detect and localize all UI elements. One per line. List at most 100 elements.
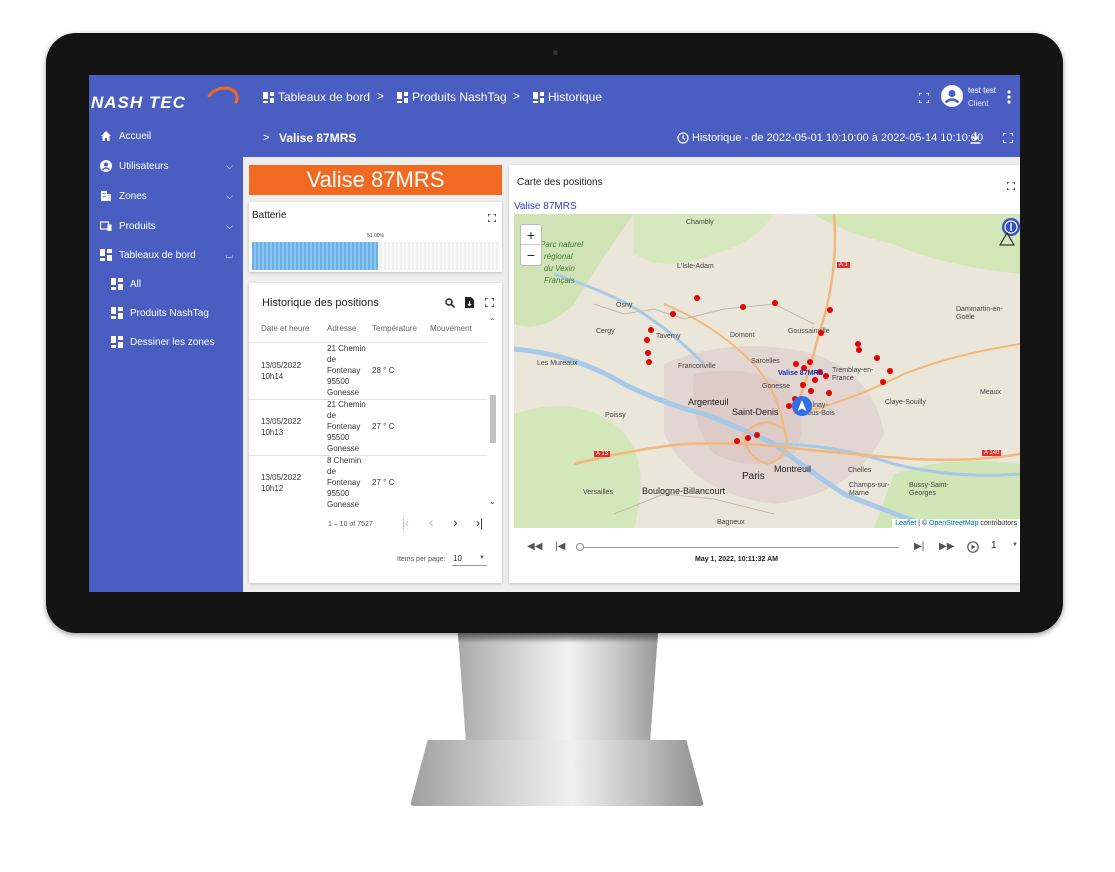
play-circle-icon[interactable]	[967, 541, 979, 553]
fast-rewind-icon[interactable]: ◀◀	[527, 541, 542, 552]
battery-bar-track	[252, 242, 500, 270]
zoom-in-button[interactable]: +	[521, 225, 541, 245]
fullscreen-icon[interactable]	[1003, 133, 1013, 143]
table-row[interactable]: 13/05/2022 10h13 21 Chemin de Fontenay 9…	[249, 400, 487, 456]
table-scrollbar[interactable]: ⌃ ⌄	[488, 317, 498, 511]
table-row[interactable]: 13/05/2022 10h14 21 Chemin de Fontenay 9…	[249, 343, 487, 399]
timeline-slider-thumb[interactable]	[576, 543, 584, 551]
position-marker[interactable]	[754, 432, 760, 438]
position-marker[interactable]	[694, 295, 700, 301]
position-marker[interactable]	[807, 359, 813, 365]
monitor-stand-shadow	[458, 633, 658, 643]
sidebar-subitem-all[interactable]: All	[89, 270, 243, 298]
position-marker[interactable]	[745, 435, 751, 441]
position-marker[interactable]	[827, 307, 833, 313]
place-label: Poissy	[605, 412, 626, 419]
map-layer-label[interactable]: Valise 87MRS	[514, 201, 577, 212]
items-per-page-value: 10	[453, 554, 462, 563]
skip-next-icon[interactable]: ▶|	[914, 541, 924, 552]
sidebar-item-produits[interactable]: Produits ⌵	[89, 212, 243, 240]
position-marker[interactable]	[646, 359, 652, 365]
position-marker[interactable]	[670, 311, 676, 317]
position-marker[interactable]	[812, 377, 818, 383]
next-page-icon[interactable]: ›	[453, 514, 458, 530]
table-row[interactable]: 13/05/2022 10h12 8 Chemin de Fontenay 95…	[249, 456, 487, 509]
position-marker[interactable]	[648, 327, 654, 333]
first-page-icon[interactable]: |‹	[402, 516, 409, 530]
file-export-icon[interactable]	[465, 297, 474, 308]
position-marker[interactable]	[826, 390, 832, 396]
dashboard-icon	[533, 91, 544, 103]
position-marker[interactable]	[734, 438, 740, 444]
position-marker[interactable]	[880, 379, 886, 385]
dropdown-arrow-icon[interactable]: ▼	[1012, 542, 1018, 548]
position-marker[interactable]	[800, 382, 806, 388]
scroll-up-icon[interactable]: ⌃	[489, 317, 496, 326]
navigation-marker-icon[interactable]	[792, 396, 812, 416]
place-label: L'Isle-Adam	[677, 263, 714, 270]
timeline-slider[interactable]	[576, 543, 899, 551]
position-marker[interactable]	[645, 350, 651, 356]
position-marker[interactable]	[793, 361, 799, 367]
last-page-icon[interactable]: ›|	[476, 516, 483, 530]
sidebar-subitem-produits-nashtag[interactable]: Produits NashTag	[89, 299, 243, 327]
sidebar-item-accueil[interactable]: Accueil	[89, 122, 243, 150]
position-marker[interactable]	[874, 355, 880, 361]
breadcrumb-label: Historique	[548, 90, 603, 104]
position-marker[interactable]	[808, 388, 814, 394]
position-marker[interactable]	[740, 304, 746, 310]
monitor-stand-base	[410, 740, 704, 806]
cell-address-line: Gonesse	[327, 444, 360, 453]
skip-previous-icon[interactable]: |◀	[555, 541, 565, 552]
position-marker[interactable]	[772, 300, 778, 306]
sidebar-item-zones[interactable]: Zones ⌵	[89, 182, 243, 210]
position-marker[interactable]	[887, 368, 893, 374]
compass-icon[interactable]	[998, 216, 1020, 246]
more-vert-icon[interactable]	[1007, 90, 1011, 104]
sidebar-subitem-dessiner-les-zones[interactable]: Dessiner les zones	[89, 328, 243, 356]
scrollbar-thumb[interactable]	[490, 395, 496, 443]
avatar-icon[interactable]	[941, 85, 963, 107]
column-header-address[interactable]: Adresse	[327, 324, 356, 333]
fast-forward-icon[interactable]: ▶▶	[939, 541, 954, 552]
breadcrumb-produits-nashtag[interactable]: Produits NashTag	[397, 90, 507, 104]
zoom-out-button[interactable]: −	[521, 245, 541, 265]
place-label: Versailles	[583, 489, 613, 496]
column-header-movement[interactable]: Mouvement	[430, 324, 472, 333]
dropdown-arrow-icon: ▼	[479, 555, 485, 561]
breadcrumb-tableaux-de-bord[interactable]: Tableaux de bord	[263, 90, 370, 104]
position-marker[interactable]	[823, 373, 829, 379]
column-header-temperature[interactable]: Température	[372, 324, 417, 333]
logo[interactable]: NASH TEC	[89, 81, 243, 119]
sidebar-subitem-label: Dessiner les zones	[130, 336, 215, 348]
dashboard-icon	[111, 336, 123, 348]
fullscreen-icon[interactable]	[1007, 182, 1015, 190]
cell-date: 13/05/2022	[261, 361, 302, 370]
sidebar-item-utilisateurs[interactable]: Utilisateurs ⌵	[89, 152, 243, 180]
place-label: Osny	[616, 302, 633, 309]
items-per-page-select[interactable]: 10 ▼	[452, 552, 487, 566]
battery-card: Batterie 51.00%	[249, 202, 502, 272]
search-icon[interactable]	[445, 298, 455, 308]
cell-date: 13/05/2022	[261, 417, 302, 426]
sidebar-item-tableaux-de-bord[interactable]: Tableaux de bord ⌴	[89, 241, 243, 269]
openstreetmap-link[interactable]: OpenStreetMap	[929, 520, 978, 527]
leaflet-link[interactable]: Leaflet	[895, 520, 916, 527]
cell-date: 13/05/2022	[261, 473, 302, 482]
history-card: Historique des positions Date et heure A…	[249, 283, 502, 583]
map-canvas[interactable]: Chambly L'Isle-Adam Parc naturel régiona…	[514, 214, 1020, 528]
position-marker[interactable]	[856, 347, 862, 353]
playback-speed-value[interactable]: 1	[991, 540, 997, 551]
position-marker[interactable]	[644, 337, 650, 343]
position-marker[interactable]	[818, 330, 824, 336]
fullscreen-icon[interactable]	[485, 298, 494, 307]
fullscreen-icon[interactable]	[919, 93, 929, 103]
column-header-date[interactable]: Date et heure	[261, 324, 309, 333]
battery-title: Batterie	[252, 210, 287, 221]
fullscreen-icon[interactable]	[488, 214, 496, 222]
previous-page-icon[interactable]: ‹	[429, 514, 434, 530]
scroll-down-icon[interactable]: ⌄	[489, 497, 496, 506]
zoom-control: + −	[520, 224, 542, 266]
breadcrumb-historique[interactable]: Historique	[533, 90, 602, 104]
download-icon[interactable]	[970, 132, 981, 144]
